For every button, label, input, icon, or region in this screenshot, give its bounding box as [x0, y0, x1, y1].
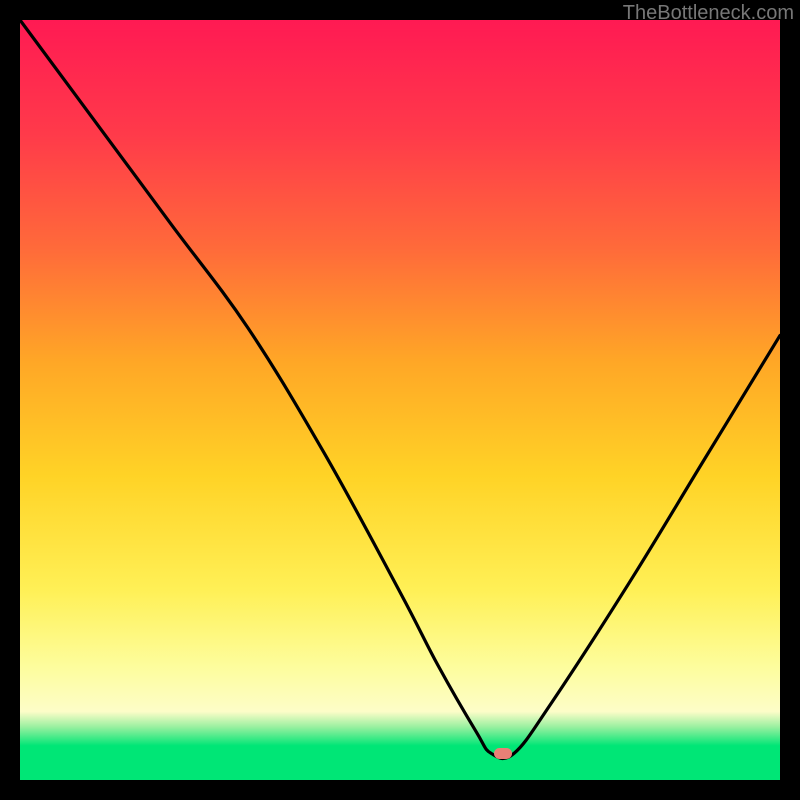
plot-area [20, 20, 780, 780]
curve-svg [20, 20, 780, 780]
optimal-marker [494, 748, 512, 759]
bottleneck-curve-path [20, 20, 780, 759]
bottleneck-chart: TheBottleneck.com [0, 0, 800, 800]
